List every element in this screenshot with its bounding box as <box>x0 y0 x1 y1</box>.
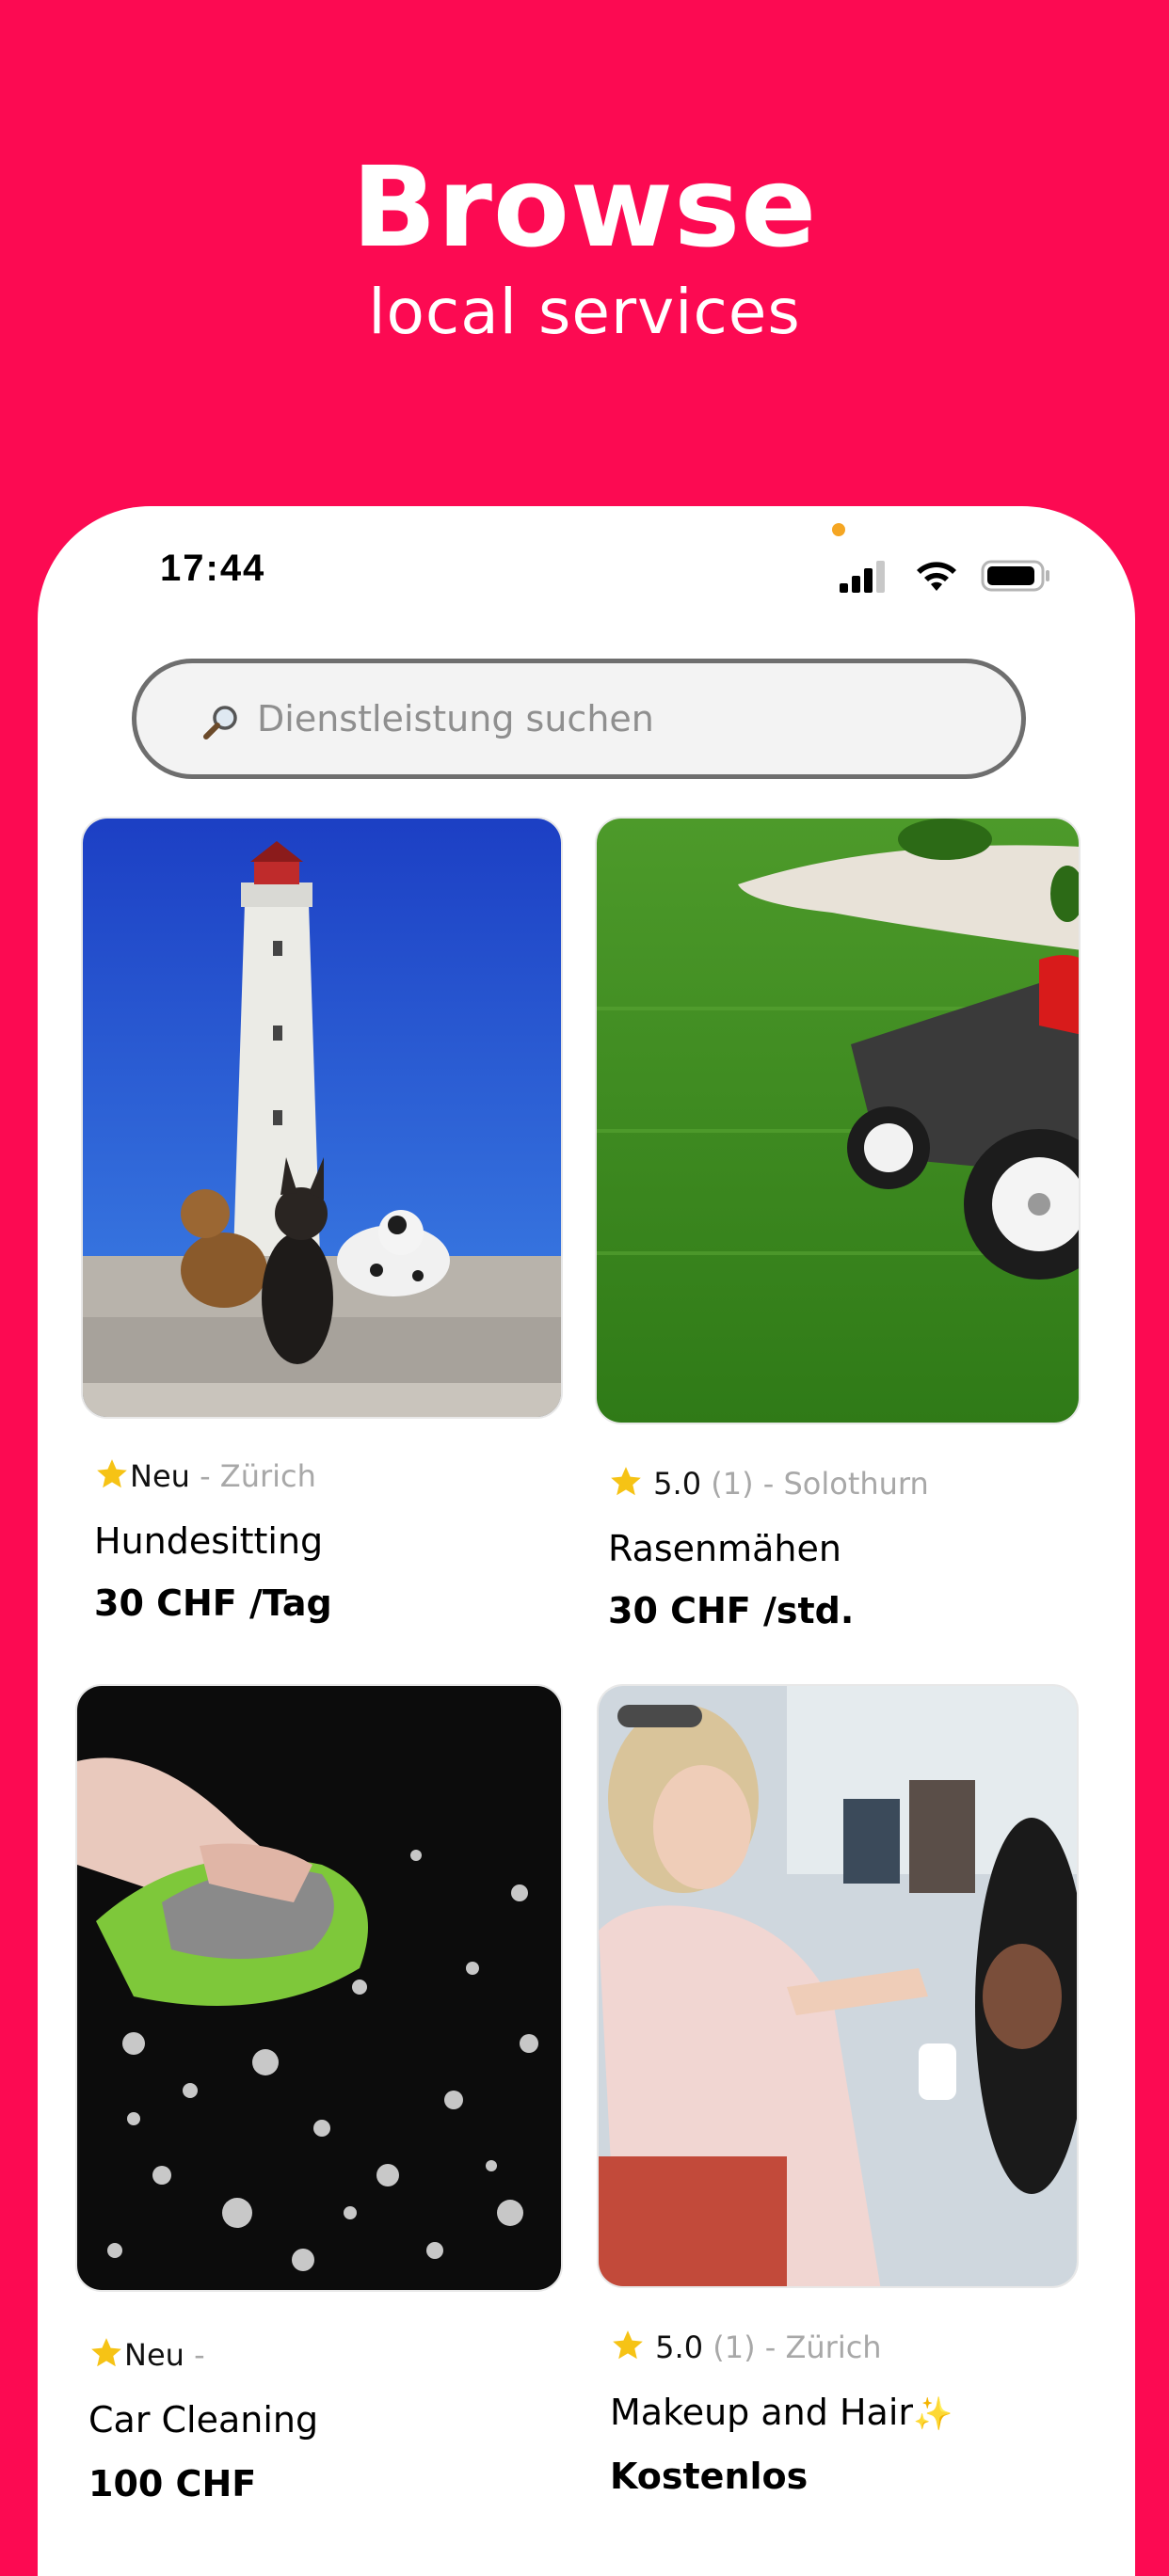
listing-price: 100 CHF <box>88 2463 257 2504</box>
cellular-signal-icon <box>840 561 885 593</box>
star-icon <box>97 1459 127 1488</box>
listing-meta: Neu - Zürich <box>94 1456 316 1495</box>
listing-rating: 5.0 <box>655 2330 704 2365</box>
car-wash-photo <box>77 1686 561 2290</box>
listing-title: Car Cleaning <box>88 2399 319 2441</box>
listing-price: 30 CHF /Tag <box>94 1582 332 1624</box>
promo-subtitle: local services <box>368 276 801 348</box>
battery-icon <box>981 560 1049 592</box>
star-icon <box>91 2338 121 2367</box>
sparkles-icon: ✨ <box>913 2395 953 2433</box>
star-icon <box>611 1467 641 1496</box>
listing-meta: Neu - <box>88 2335 205 2374</box>
wifi-icon <box>917 562 956 591</box>
makeup-artist-photo <box>599 1686 1077 2286</box>
listing-rating: 5.0 <box>653 1466 702 1502</box>
listing-review-count: (1) <box>713 2330 756 2365</box>
listing-price: Kostenlos <box>610 2456 809 2497</box>
status-bar: 17:44 <box>38 506 1135 619</box>
listing-location: - Zürich <box>200 1458 316 1494</box>
listing-location: - Zürich <box>764 2330 882 2365</box>
camera-indicator-dot <box>832 523 845 536</box>
listing-rating: Neu <box>130 1458 190 1494</box>
star-icon <box>613 2330 643 2360</box>
listing-review-count: (1) <box>711 1466 754 1502</box>
listing-location: - <box>194 2337 205 2373</box>
listing-rating: Neu <box>124 2337 184 2373</box>
promo-header: Browse local services <box>0 0 1169 508</box>
phone-frame: 17:44 Dienstleistung suchen Neu - Zürich… <box>38 506 1135 2576</box>
listing-title: Rasenmähen <box>608 1528 841 1569</box>
promo-title: Browse <box>351 142 818 272</box>
listing-image <box>595 817 1081 1424</box>
listing-title: Makeup and Hair✨ <box>610 2390 953 2437</box>
status-time: 17:44 <box>160 548 266 589</box>
listing-image <box>81 817 563 1419</box>
listing-image <box>75 1684 563 2292</box>
listing-location: - Solothurn <box>762 1466 929 1502</box>
lighthouse-dogs-photo <box>83 819 561 1417</box>
listing-title: Hundesitting <box>94 1520 324 1562</box>
listing-meta: 5.0 (1) - Solothurn <box>608 1464 929 1503</box>
search-placeholder: Dienstleistung suchen <box>257 698 654 739</box>
listing-meta: 5.0 (1) - Zürich <box>610 2328 882 2366</box>
listing-image <box>597 1684 1079 2288</box>
listing-price: 30 CHF /std. <box>608 1590 855 1631</box>
search-bar[interactable]: Dienstleistung suchen <box>132 659 1026 779</box>
listing-title-text: Makeup and Hair <box>610 2392 913 2433</box>
magnifier-icon <box>203 706 237 739</box>
lawn-mower-photo <box>597 819 1079 1423</box>
